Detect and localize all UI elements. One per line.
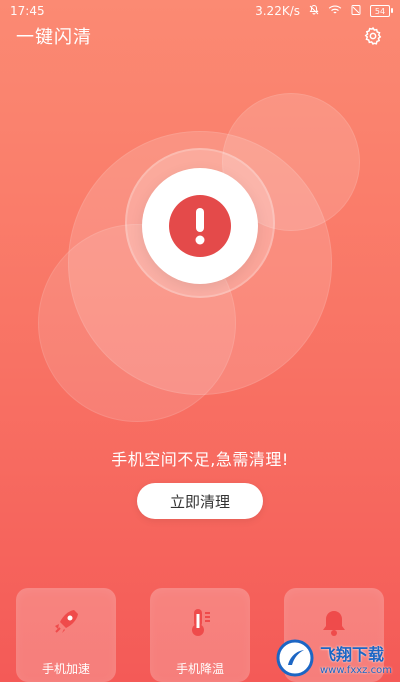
watermark-logo-icon	[276, 639, 314, 677]
card-phone-boost[interactable]: 手机加速	[16, 588, 116, 682]
exclamation-icon	[169, 195, 231, 257]
wifi-icon	[328, 4, 342, 19]
status-time: 17:45	[10, 4, 45, 18]
alert-badge	[142, 168, 258, 284]
storage-warning-message: 手机空间不足,急需清理!	[111, 450, 289, 469]
settings-button[interactable]	[362, 25, 384, 47]
watermark-text-block: 飞翔下载 www.fxxz.com	[320, 641, 392, 676]
card-label: 手机降温	[175, 662, 224, 676]
watermark: 飞翔下载 www.fxxz.com	[276, 636, 398, 680]
card-phone-cooling[interactable]: 手机降温	[150, 588, 250, 682]
page-title: 一键闪清	[16, 27, 92, 48]
no-sim-icon	[350, 4, 362, 19]
battery-level: 54	[374, 6, 386, 16]
card-label: 手机加速	[41, 662, 90, 676]
battery-icon: 54	[370, 5, 393, 17]
thermometer-icon	[192, 609, 210, 636]
rocket-icon	[55, 610, 78, 633]
clean-now-button[interactable]: 立即清理	[137, 483, 263, 519]
bell-icon	[323, 611, 345, 636]
watermark-url: www.fxxz.com	[320, 664, 392, 676]
status-bar: 17:45 3.22K/s 54	[0, 0, 400, 22]
watermark-name: 飞翔下载	[320, 644, 385, 664]
status-right: 3.22K/s 54	[255, 4, 393, 19]
mute-icon	[308, 4, 320, 19]
app-header: 一键闪清	[0, 22, 400, 50]
gear-icon	[364, 26, 382, 45]
network-speed: 3.22K/s	[255, 4, 300, 18]
